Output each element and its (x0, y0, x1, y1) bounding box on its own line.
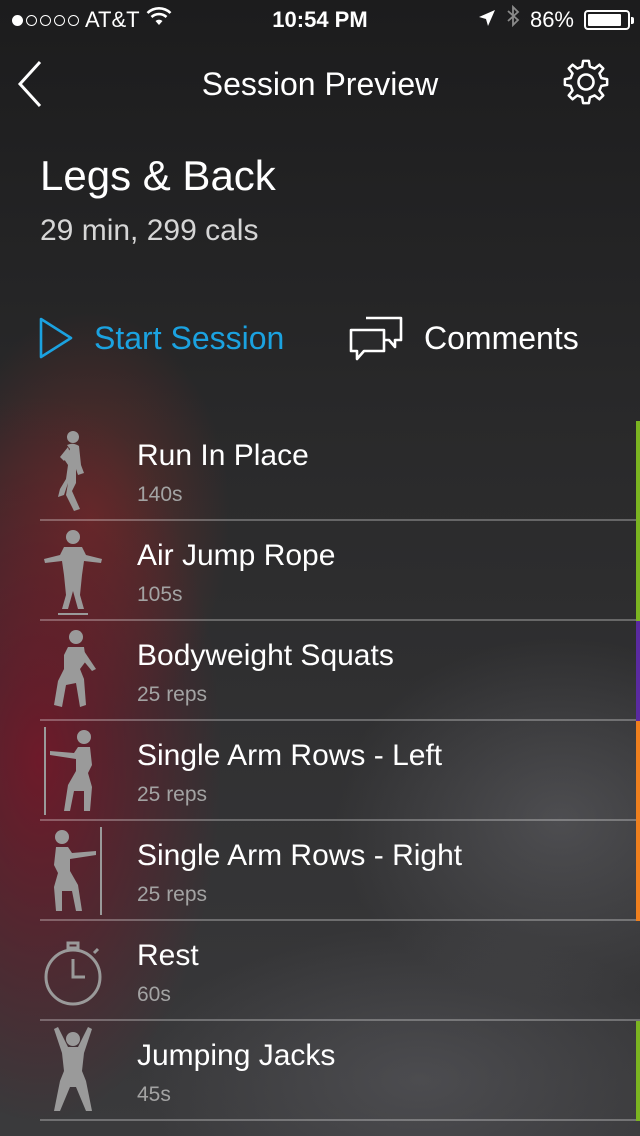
comments-label: Comments (424, 319, 579, 356)
workout-title: Legs & Back (40, 152, 276, 199)
bluetooth-icon (506, 0, 520, 40)
stopwatch-icon (40, 925, 106, 1017)
exercise-category-strip (636, 721, 640, 821)
exercise-detail: 45s (137, 1083, 171, 1106)
exercise-row[interactable]: Single Arm Rows - Right 25 reps (40, 821, 640, 921)
running-figure-icon (40, 425, 106, 517)
exercise-name: Air Jump Rope (137, 539, 336, 572)
battery-level (588, 14, 621, 26)
start-session-label: Start Session (94, 319, 285, 356)
workout-duration-calories: 29 min, 299 cals (40, 214, 259, 247)
exercise-name: Single Arm Rows - Right (137, 839, 463, 872)
comments-icon (349, 316, 403, 361)
exercise-category-strip (636, 821, 640, 921)
row-right-figure-icon (40, 825, 106, 917)
gear-icon (563, 59, 609, 105)
session-actions: Start Session Comments (0, 308, 640, 368)
status-right: 86% (478, 0, 634, 40)
comments-button[interactable]: Comments (348, 308, 579, 368)
exercise-detail: 105s (137, 583, 183, 606)
exercise-category-strip (636, 521, 640, 621)
squat-figure-icon (40, 625, 106, 717)
exercise-category-strip (636, 421, 640, 521)
nav-bar: Session Preview (0, 48, 640, 120)
exercise-name: Run In Place (137, 439, 309, 472)
exercise-name: Bodyweight Squats (137, 639, 394, 672)
exercise-detail: 140s (137, 483, 183, 506)
jumping-jacks-figure-icon (40, 1025, 106, 1117)
row-left-figure-icon (40, 725, 106, 817)
exercise-row[interactable]: Jumping Jacks 45s (40, 1021, 640, 1121)
play-icon (39, 317, 73, 359)
exercise-detail: 25 reps (137, 683, 208, 706)
exercise-category-strip (636, 621, 640, 721)
exercise-row[interactable]: Single Arm Rows - Left 25 reps (40, 721, 640, 821)
exercise-detail: 25 reps (137, 783, 208, 806)
settings-button[interactable] (562, 58, 610, 106)
start-session-button[interactable]: Start Session (38, 308, 284, 368)
exercise-name: Rest (137, 939, 199, 972)
exercise-name: Single Arm Rows - Left (137, 739, 443, 772)
exercise-name: Jumping Jacks (137, 1039, 336, 1072)
exercise-row[interactable]: Rest 60s (40, 921, 640, 1021)
battery-percent: 86% (529, 7, 574, 32)
location-arrow-icon (478, 0, 496, 40)
jump-rope-figure-icon (40, 525, 106, 617)
status-bar: AT&T 10:54 PM 86% (0, 0, 640, 40)
battery-icon (584, 10, 634, 30)
exercise-category-strip (636, 1021, 640, 1121)
page-title: Session Preview (201, 66, 439, 102)
exercise-row[interactable]: Bodyweight Squats 25 reps (40, 621, 640, 721)
exercise-detail: 60s (137, 983, 171, 1006)
exercise-detail: 25 reps (137, 883, 208, 906)
exercise-row[interactable]: Air Jump Rope 105s (40, 521, 640, 621)
exercise-row[interactable]: Run In Place 140s (40, 421, 640, 521)
exercise-list: Run In Place 140s Air Jump Rope 105s Bodywei… (40, 421, 640, 1121)
